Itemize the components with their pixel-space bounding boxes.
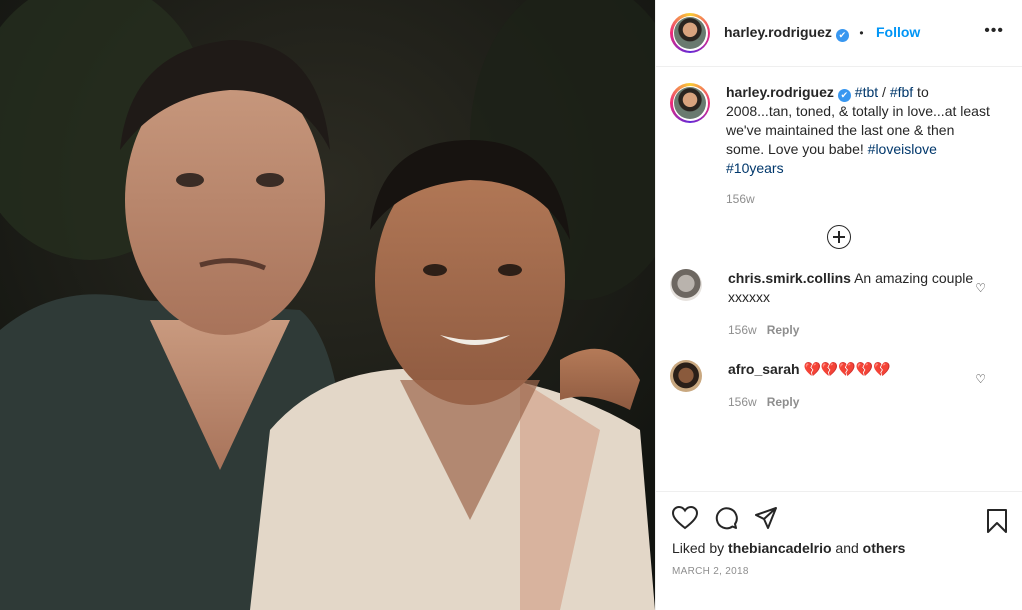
reply-button[interactable]: Reply (767, 323, 800, 337)
commenter-username[interactable]: afro_sarah (728, 361, 800, 377)
commenter-avatar[interactable] (670, 360, 702, 392)
caption: harley.rodriguez ✔ #tbt / #fbf to 2008...… (656, 67, 1022, 209)
follow-button[interactable]: Follow (876, 24, 920, 40)
load-more-comments[interactable] (656, 225, 1022, 249)
post-photo[interactable] (0, 0, 655, 610)
liked-by-user-link[interactable]: thebiancadelrio (728, 540, 831, 556)
comment-age: 156w (728, 395, 757, 409)
verified-badge-icon: ✔ (835, 29, 849, 42)
liked-by-others-link[interactable]: others (863, 540, 906, 556)
author-avatar[interactable] (670, 13, 710, 53)
share-send-icon[interactable] (754, 506, 778, 530)
post-date[interactable]: MARCH 2, 2018 (656, 556, 1022, 577)
caption-age: 156w (726, 192, 755, 206)
post-sidebar: harley.rodriguez ✔ • Follow ••• harley.ro… (655, 0, 1022, 610)
caption-slash: / (878, 84, 890, 100)
author-username[interactable]: harley.rodriguez (724, 24, 832, 40)
bookmark-icon[interactable] (986, 508, 1008, 534)
hashtag-link[interactable]: #tbt (855, 84, 878, 100)
commenter-username[interactable]: chris.smirk.collins (728, 270, 851, 286)
liked-by-text: Liked by thebiancadelrio and others (672, 540, 906, 556)
commenter-avatar[interactable] (670, 269, 702, 301)
comments-scroll-area[interactable]: harley.rodriguez ✔ #tbt / #fbf to 2008...… (656, 67, 1022, 492)
verified-badge-icon: ✔ (837, 89, 851, 102)
post-image (0, 0, 655, 610)
caption-avatar[interactable] (670, 83, 710, 123)
like-heart-icon[interactable] (672, 506, 698, 530)
plus-circle-icon[interactable] (827, 225, 851, 249)
separator-dot: • (859, 26, 864, 40)
comment-age: 156w (728, 323, 757, 337)
hashtag-link[interactable]: #10years (726, 160, 784, 176)
comment-like-heart-icon[interactable]: ♡ (975, 372, 986, 386)
post-header: harley.rodriguez ✔ • Follow ••• (656, 0, 1022, 67)
comment-text: 💔💔💔💔💔 (799, 361, 891, 377)
post-footer: Liked by thebiancadelrio and others MARC… (656, 491, 1022, 610)
comment-item: chris.smirk.collins An amazing couple xx… (656, 269, 1022, 340)
comment-item: afro_sarah 💔💔💔💔💔 156w Reply ♡ (656, 360, 1022, 412)
hashtag-link[interactable]: #fbf (890, 84, 913, 100)
hashtag-link[interactable]: #loveislove (868, 141, 937, 157)
comment-like-heart-icon[interactable]: ♡ (975, 281, 986, 295)
reply-button[interactable]: Reply (767, 395, 800, 409)
more-options-icon[interactable]: ••• (984, 22, 1004, 40)
caption-username[interactable]: harley.rodriguez (726, 84, 834, 100)
comment-bubble-icon[interactable] (714, 506, 738, 530)
